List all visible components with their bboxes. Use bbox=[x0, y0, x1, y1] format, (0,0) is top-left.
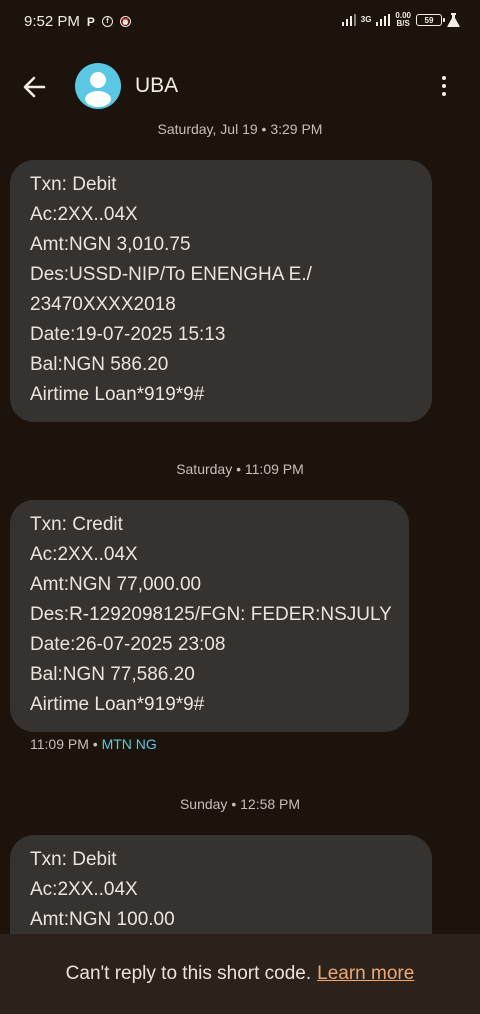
battery-level: 59 bbox=[424, 15, 434, 25]
message-line: Des:USSD-NIP/To ENENGHA E./ bbox=[30, 264, 312, 285]
message-line: Ac:2XX..04X bbox=[30, 879, 138, 900]
message-line: Amt:NGN 77,000.00 bbox=[30, 574, 202, 595]
sim-label: MTN NG bbox=[101, 736, 157, 752]
arrow-back-icon bbox=[23, 76, 46, 98]
status-left: 9:52 PM P f ⏰ bbox=[24, 13, 131, 30]
status-bar: 9:52 PM P f ⏰ 3G 0.00 B/S 59 bbox=[0, 0, 480, 44]
app-bar: UBA bbox=[0, 60, 480, 112]
message-bubble[interactable]: Txn: Debit Ac:2XX..04X Amt:NGN 100.00 bbox=[10, 835, 432, 934]
message-line: Date:19-07-2025 15:13 bbox=[30, 324, 226, 345]
back-button[interactable] bbox=[20, 72, 50, 102]
learn-more-link[interactable]: Learn more bbox=[317, 963, 414, 985]
message-line: Bal:NGN 77,586.20 bbox=[30, 664, 195, 685]
footer-text: Can't reply to this short code. bbox=[65, 963, 312, 984]
signal-icon bbox=[341, 14, 356, 26]
dot-icon bbox=[442, 92, 446, 96]
dot-icon bbox=[442, 84, 446, 88]
message-meta: 11:09 PM • MTN NG bbox=[30, 736, 157, 752]
battery-icon: 59 bbox=[416, 14, 445, 26]
message-line: Des:R-1292098125/FGN: FEDER:NSJULY bbox=[30, 604, 392, 625]
more-options-button[interactable] bbox=[432, 74, 456, 98]
parking-p-icon: P bbox=[86, 14, 95, 29]
contact-name: UBA bbox=[135, 74, 179, 97]
message-line: Txn: Credit bbox=[30, 514, 123, 535]
alarm-icon: ⏰ bbox=[119, 16, 131, 27]
message-line: Amt:NGN 100.00 bbox=[30, 909, 175, 930]
data-speed: 0.00 B/S bbox=[395, 12, 411, 28]
signal-2-icon bbox=[376, 14, 391, 26]
date-separator: Saturday, Jul 19 • 3:29 PM bbox=[157, 121, 323, 137]
date-separator: Sunday • 12:58 PM bbox=[179, 796, 301, 812]
person-icon bbox=[85, 72, 111, 107]
speed-unit: B/S bbox=[396, 19, 410, 28]
message-line: Ac:2XX..04X bbox=[30, 544, 138, 565]
message-line: 23470XXXX2018 bbox=[30, 294, 176, 315]
facebook-icon: f bbox=[101, 16, 113, 27]
message-bubble[interactable]: Txn: Credit Ac:2XX..04X Amt:NGN 77,000.0… bbox=[10, 500, 409, 732]
message-bubble[interactable]: Txn: Debit Ac:2XX..04X Amt:NGN 3,010.75 … bbox=[10, 160, 432, 422]
date-separator: Saturday • 11:09 PM bbox=[176, 461, 304, 477]
dot-icon bbox=[442, 76, 446, 80]
message-line: Amt:NGN 3,010.75 bbox=[30, 234, 191, 255]
reply-footer: Can't reply to this short code. Learn mo… bbox=[0, 934, 480, 1014]
message-line: Txn: Debit bbox=[30, 849, 117, 870]
flask-icon bbox=[447, 13, 460, 27]
network-type: 3G bbox=[361, 16, 372, 24]
avatar[interactable] bbox=[75, 63, 121, 109]
network-label: 3G bbox=[360, 15, 372, 24]
message-line: Airtime Loan*919*9# bbox=[30, 694, 205, 715]
message-line: Ac:2XX..04X bbox=[30, 204, 138, 225]
message-time: 11:09 PM bbox=[30, 736, 89, 752]
message-line: Airtime Loan*919*9# bbox=[30, 384, 205, 405]
message-line: Txn: Debit bbox=[30, 174, 117, 195]
meta-dot: • bbox=[92, 736, 98, 752]
message-line: Bal:NGN 586.20 bbox=[30, 354, 169, 375]
status-time: 9:52 PM bbox=[24, 13, 80, 30]
message-thread[interactable]: Saturday, Jul 19 • 3:29 PM Txn: Debit Ac… bbox=[0, 112, 480, 934]
message-line: Date:26-07-2025 23:08 bbox=[30, 634, 226, 655]
status-right: 3G 0.00 B/S 59 bbox=[341, 12, 460, 28]
